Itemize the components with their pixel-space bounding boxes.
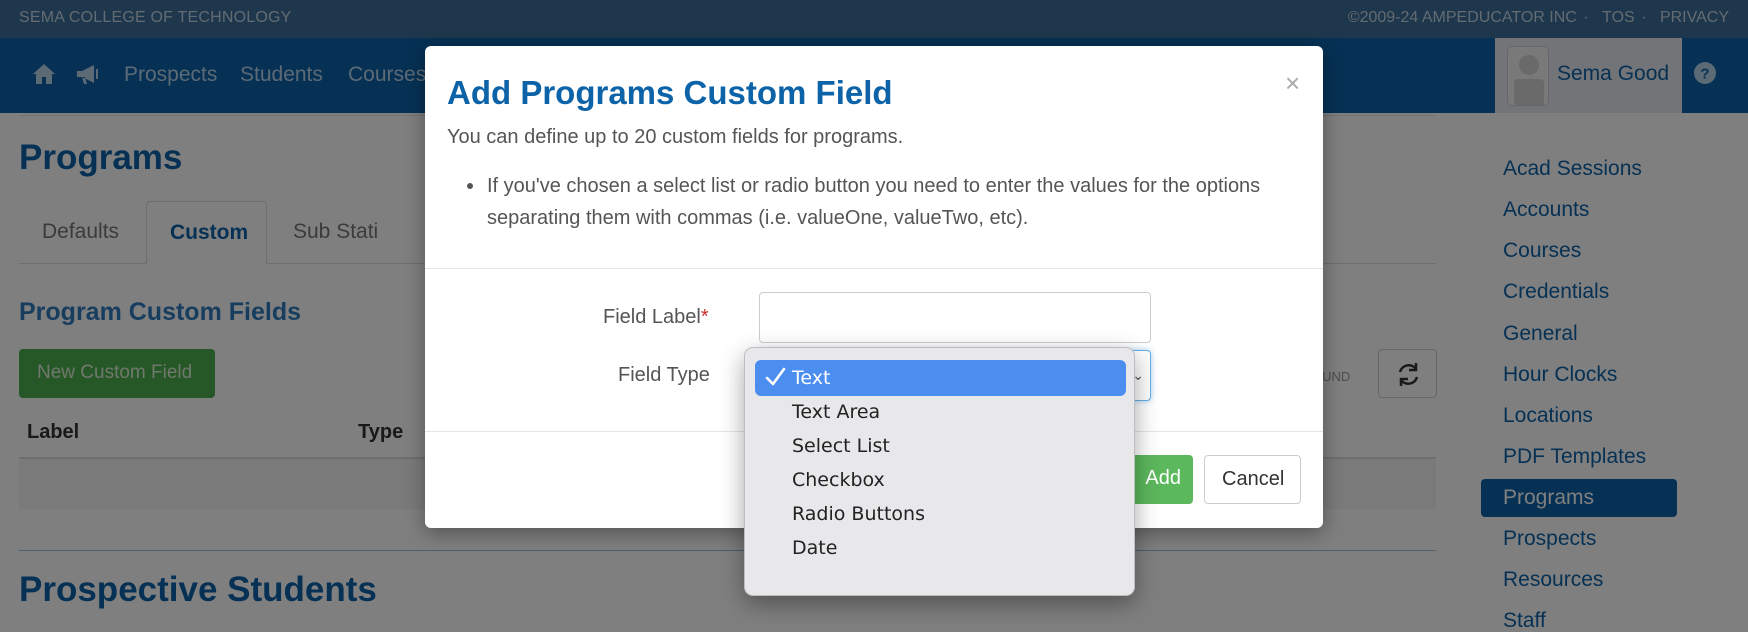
dropdown-option-label: Radio Buttons: [792, 503, 925, 525]
dropdown-option-text[interactable]: Text: [755, 360, 1126, 396]
dropdown-option-text-area[interactable]: Text Area: [755, 394, 1126, 430]
modal-title: Add Programs Custom Field: [447, 74, 893, 111]
field-type-dropdown: Text Text Area Select List Checkbox Radi…: [744, 347, 1135, 596]
cancel-button[interactable]: Cancel: [1204, 455, 1301, 504]
modal-description: You can define up to 20 custom fields fo…: [447, 126, 904, 148]
dropdown-option-select-list[interactable]: Select List: [755, 428, 1126, 464]
field-label-label: Field Label*: [603, 306, 709, 329]
dropdown-option-date[interactable]: Date: [755, 530, 1126, 566]
close-icon[interactable]: ×: [1285, 68, 1300, 99]
dropdown-option-label: Date: [792, 537, 838, 559]
modal-divider: [425, 268, 1323, 269]
modal-hint: If you've chosen a select list or radio …: [467, 170, 1277, 234]
dropdown-option-radio-buttons[interactable]: Radio Buttons: [755, 496, 1126, 532]
dropdown-option-label: Select List: [792, 435, 890, 457]
field-label-input[interactable]: [759, 292, 1151, 343]
field-label-text: Field Label: [603, 306, 701, 328]
dropdown-option-label: Text: [792, 367, 831, 389]
dropdown-option-checkbox[interactable]: Checkbox: [755, 462, 1126, 498]
checkmark-icon: [765, 367, 786, 386]
dropdown-option-label: Checkbox: [792, 469, 885, 491]
required-marker: *: [700, 306, 709, 328]
field-type-label: Field Type: [618, 364, 710, 386]
dropdown-option-label: Text Area: [792, 401, 881, 423]
